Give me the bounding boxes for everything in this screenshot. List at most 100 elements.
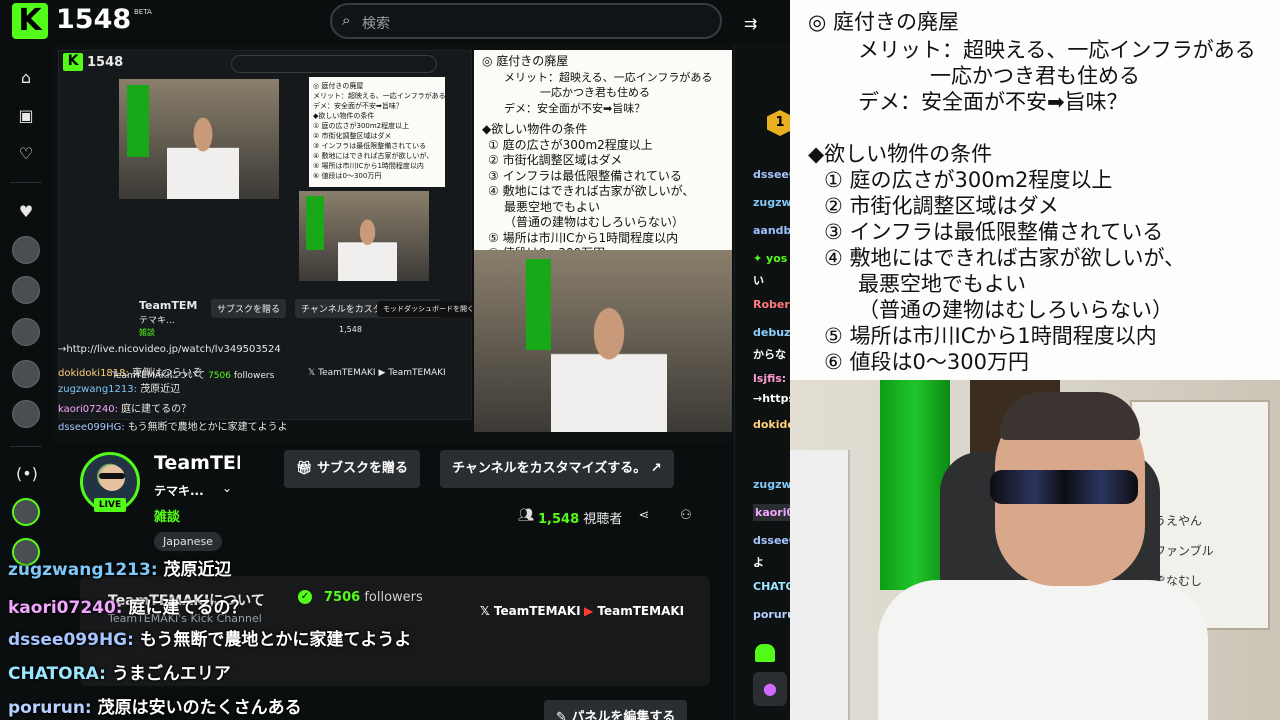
- category-link[interactable]: 雑談: [154, 506, 180, 525]
- nested-search: [231, 55, 437, 73]
- chat-sidebar: 1 dssee0 zugzw aandba ✦ yos い Roberts de…: [734, 44, 790, 720]
- nested-chat-line: kaori07240: 庭に建てるの？: [58, 404, 192, 415]
- chat-username[interactable]: kaori07: [753, 504, 790, 521]
- chat-username[interactable]: ✦ yos: [753, 252, 787, 265]
- nested-note: ◎ 庭付きの廃屋 メリット：超映える、一応インフラがある デメ：安全面が不安➡旨…: [309, 77, 445, 187]
- chevron-down-icon[interactable]: ⌄: [222, 481, 232, 495]
- logo-viewer-count: 1548: [56, 4, 132, 35]
- rail-divider: [10, 446, 42, 447]
- followers-count: 7506 followers: [324, 590, 423, 605]
- gift-icon: 🎁︎: [296, 461, 318, 476]
- tooltip: モッドダッシュボードを開く: [377, 301, 480, 317]
- channel-subtitle: テマキ...: [154, 484, 204, 498]
- chat-username[interactable]: dokido: [753, 418, 790, 431]
- channel-name[interactable]: TeamTEM: [154, 452, 240, 474]
- beta-label: BETA: [134, 8, 152, 16]
- chat-header: ⇉: [734, 0, 790, 44]
- person-shirt: [878, 580, 1208, 720]
- avatar[interactable]: [12, 400, 40, 428]
- emote-icon[interactable]: [755, 644, 775, 662]
- chat-text: からな: [753, 348, 786, 361]
- collapse-chat-icon[interactable]: ⇉: [744, 14, 757, 33]
- nested-viewers: 1,548: [339, 325, 362, 334]
- nested-social: 𝕏 TeamTEMAKI ▶ TeamTEMAKI: [308, 368, 446, 378]
- webcam-feed: うえやん ファンブル ぞなむし み: [790, 380, 1280, 720]
- chat-username[interactable]: aandba: [753, 224, 790, 237]
- chat-username[interactable]: lsjfis:: [753, 372, 786, 385]
- pencil-icon: ✎: [556, 710, 572, 720]
- chat-message: dssee099HG: もう無断で農地とかに家建てようよ: [8, 630, 412, 650]
- mic-icon[interactable]: ●: [753, 672, 787, 706]
- nested-note-large: ◎ 庭付きの廃屋 メリット：超映える、一応インフラがある 一応かつき君も住める …: [474, 50, 732, 250]
- chat-message: porurun: 茂原は安いのたくさんある: [8, 698, 302, 718]
- chat-username[interactable]: dssee0: [753, 168, 790, 181]
- note-line: ⑥ 値段は0～300万円: [824, 350, 1029, 374]
- chat-username[interactable]: poruru: [753, 608, 790, 621]
- favorites-icon[interactable]: ♥: [16, 202, 36, 222]
- avatar[interactable]: [12, 276, 40, 304]
- share-icon[interactable]: ⋖: [636, 508, 652, 524]
- chat-username[interactable]: zugzw: [753, 196, 790, 209]
- avatar[interactable]: [12, 360, 40, 388]
- avatar[interactable]: [12, 236, 40, 264]
- chat-username[interactable]: dssee0: [753, 534, 790, 547]
- nested-channel-sub: テマキ...: [139, 316, 175, 326]
- x-icon: 𝕏: [480, 604, 494, 618]
- subscribe-gift-button[interactable]: 🎁︎ サブスクを贈る: [284, 450, 421, 488]
- chat-text: よ: [753, 556, 764, 569]
- nested-chat-line: dssee099HG: もう無断で農地とかに家建てようよ: [58, 422, 288, 433]
- social-x-link[interactable]: 𝕏 TeamTEMAKI: [480, 604, 581, 618]
- video-player[interactable]: K 1548 ◎ 庭付きの廃屋 メリット：超映える、一応インフラがある デメ：安…: [52, 44, 734, 444]
- chat-text: →https: [753, 392, 790, 405]
- verified-icon: ✓: [298, 590, 312, 604]
- avatar[interactable]: [12, 318, 40, 346]
- chat-message: CHATORA: うまごんエリア: [8, 664, 231, 684]
- chat-message: zugzwang1213: 茂原近辺: [8, 560, 232, 580]
- nested-channel-name: TeamTEM: [139, 299, 198, 312]
- kick-logo[interactable]: K: [12, 3, 48, 39]
- top-bar: K 1548 BETA ⌕ 検索: [0, 0, 790, 44]
- note-line: ◎ 庭付きの廃屋: [808, 10, 959, 34]
- chat-message: kaori07240: 庭に建てるの？: [8, 598, 248, 618]
- chat-username[interactable]: debuzu: [753, 326, 790, 339]
- nested-webcam: [299, 191, 429, 281]
- language-tag[interactable]: Japanese: [154, 532, 222, 551]
- subscribe-button: サブスクを贈る: [211, 299, 287, 318]
- avatar[interactable]: [12, 498, 40, 526]
- sunglasses: [990, 470, 1138, 504]
- nested-logo-num: 1548: [87, 55, 124, 70]
- nested-chat-line: zugzwang1213: 茂原近辺: [58, 384, 181, 395]
- collapse-icon[interactable]: (•): [16, 464, 38, 484]
- chat-text: い: [753, 274, 764, 287]
- live-badge: LIVE: [94, 498, 126, 512]
- viewer-count: 1,548 視聴者: [538, 512, 623, 527]
- badge-icon: 1: [767, 110, 790, 136]
- chat-username[interactable]: zugzw: [753, 478, 790, 491]
- nested-category: 雑談: [139, 328, 155, 337]
- rail-divider: [10, 182, 42, 183]
- social-youtube-link[interactable]: ▶ TeamTEMAKI: [584, 604, 684, 618]
- customize-channel-button[interactable]: チャンネルをカスタマイズする。 ↗: [440, 450, 674, 488]
- mod-icon[interactable]: ⚇: [678, 508, 694, 524]
- nested-webcam-large: [474, 250, 732, 432]
- nested-webcam: [119, 79, 279, 199]
- edit-panel-button[interactable]: ✎ パネルを編集する: [544, 700, 688, 720]
- note-line: デメ：安全面が不安➡旨味？: [858, 90, 1128, 114]
- search-placeholder: 検索: [362, 16, 390, 32]
- nested-about: TeamTEMAKIについて 7506 followers: [112, 371, 275, 381]
- youtube-icon: ▶: [584, 604, 598, 618]
- home-icon[interactable]: ⌂: [16, 68, 36, 88]
- chat-username[interactable]: Roberts: [753, 298, 790, 311]
- chat-username[interactable]: CHATO: [753, 580, 790, 593]
- heart-icon[interactable]: ♡: [16, 144, 36, 164]
- external-link-icon: ↗: [646, 461, 662, 476]
- search-input[interactable]: ⌕ 検索: [330, 3, 722, 39]
- note-panel: ◎ 庭付きの廃屋 メリット：超映える、一応インフラがある 一応かつき君も住める …: [790, 0, 1280, 380]
- following-icon[interactable]: ▣: [16, 106, 36, 126]
- left-rail: ⌂ ▣ ♡ ♥ (•): [0, 44, 52, 720]
- kick-logo: K: [63, 53, 83, 71]
- shelf-rack: [790, 450, 850, 720]
- search-icon: ⌕: [342, 11, 351, 29]
- viewers-icon: 👥︎: [518, 508, 535, 523]
- nested-chat-link: →http://live.nicovideo.jp/watch/lv349503…: [58, 344, 281, 355]
